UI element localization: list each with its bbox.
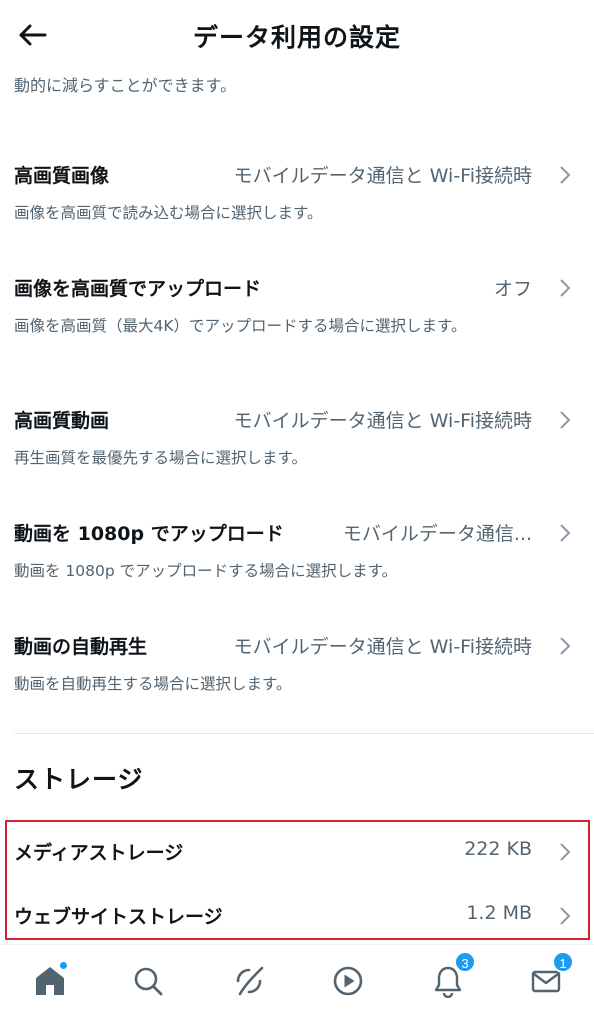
notifications-badge: 3 [454,951,476,973]
setting-description: 画像を高画質で読み込む場合に選択します。 [14,204,323,222]
setting-value: モバイルデータ通信と Wi-Fi接続時 [233,636,532,658]
header: データ利用の設定 [0,0,594,66]
setting-row-high-quality-video[interactable]: 高画質動画 モバイルデータ通信と Wi-Fi接続時 [0,398,594,438]
highlight-box [5,820,590,940]
setting-row-upload-video-1080p[interactable]: 動画を 1080p でアップロード モバイルデータ通信... [0,511,594,551]
setting-description: 再生画質を最優先する場合に選択します。 [14,449,307,467]
chevron-right-icon [560,637,571,655]
setting-label: 画像を高画質でアップロード [14,278,262,300]
setting-row-high-quality-images[interactable]: 高画質画像 モバイルデータ通信と Wi-Fi接続時 [0,153,594,193]
messages-badge: 1 [552,951,574,973]
setting-value: モバイルデータ通信... [342,523,532,545]
setting-value: モバイルデータ通信と Wi-Fi接続時 [233,410,532,432]
tab-messages[interactable]: 1 [524,951,574,1003]
tab-notifications[interactable]: 3 [426,951,476,1003]
setting-label: 高画質動画 [14,410,110,432]
tab-search[interactable] [126,959,170,1003]
chevron-right-icon [560,524,571,542]
search-icon [134,967,163,996]
chevron-right-icon [560,166,571,184]
setting-row-autoplay-video[interactable]: 動画の自動再生 モバイルデータ通信と Wi-Fi接続時 [0,624,594,664]
setting-description: 動画を自動再生する場合に選択します。 [14,675,292,693]
bottom-tab-bar: 3 1 [0,944,594,1024]
storage-section-title: ストレージ [14,765,144,794]
setting-label: 動画を 1080p でアップロード [14,523,284,545]
setting-description: 画像を高画質（最大4K）でアップロードする場合に選択します。 [14,317,467,335]
tab-home[interactable] [28,959,72,1003]
section-divider [14,733,594,734]
setting-value: オフ [493,278,532,300]
video-icon [333,966,363,996]
tab-video[interactable] [326,959,370,1003]
home-unread-dot [59,961,68,970]
setting-label: 高画質画像 [14,165,110,187]
spaces-icon [236,966,264,996]
page-title: データ利用の設定 [192,23,401,52]
setting-description: 動画を 1080p でアップロードする場合に選択します。 [14,562,398,580]
tab-spaces[interactable] [227,959,271,1003]
chevron-right-icon [560,411,571,429]
setting-label: 動画の自動再生 [14,636,148,658]
setting-value: モバイルデータ通信と Wi-Fi接続時 [233,165,532,187]
setting-row-upload-high-quality-images[interactable]: 画像を高画質でアップロード オフ [0,266,594,306]
chevron-right-icon [560,279,571,297]
intro-text: 動的に減らすことができます。 [14,76,237,95]
